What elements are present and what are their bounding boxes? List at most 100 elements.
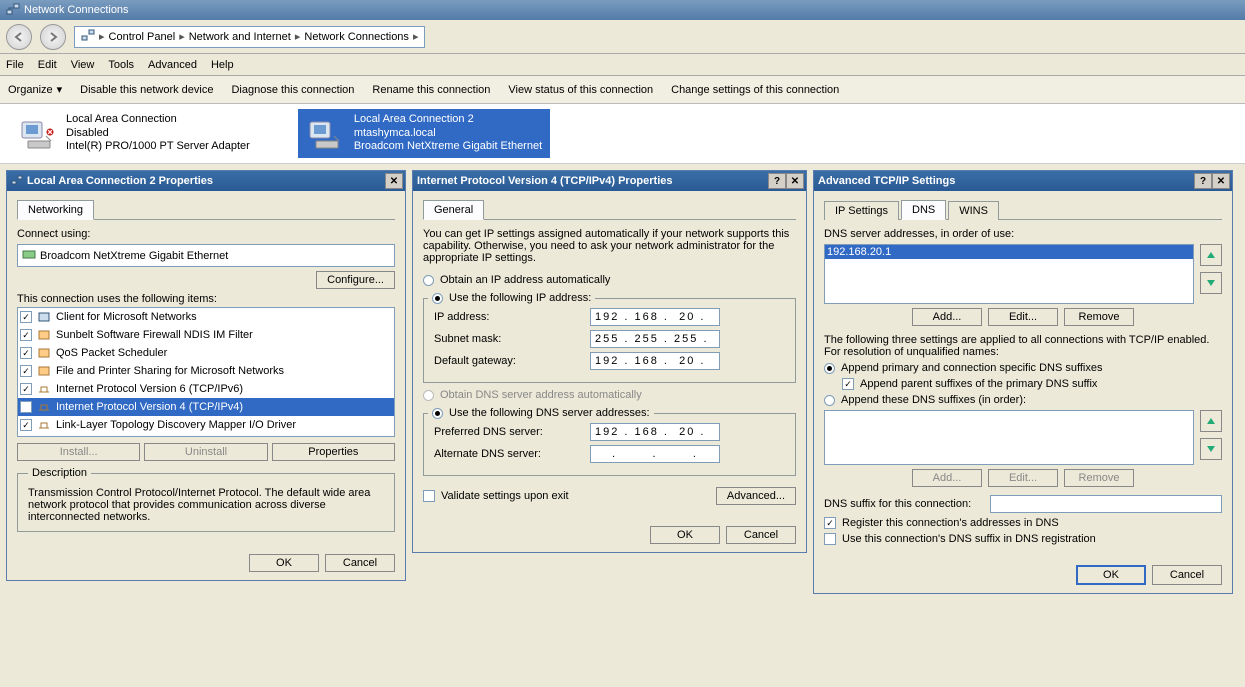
validate-checkbox[interactable]: Validate settings upon exit <box>423 490 569 502</box>
tab-wins[interactable]: WINS <box>948 201 999 220</box>
radio-static-ip[interactable]: Use the following IP address: <box>432 292 591 304</box>
list-item[interactable]: ✓QoS Packet Scheduler <box>18 344 394 362</box>
list-item[interactable]: ✓File and Printer Sharing for Microsoft … <box>18 362 394 380</box>
add-button[interactable]: Add... <box>912 308 982 326</box>
pdns-input[interactable] <box>590 423 720 441</box>
checkbox-register[interactable]: ✓ Register this connection's addresses i… <box>824 517 1222 529</box>
breadcrumb-seg[interactable]: Control Panel <box>109 31 176 43</box>
tb-change[interactable]: Change settings of this connection <box>671 84 839 96</box>
suffix-input[interactable] <box>990 495 1222 513</box>
menu-file[interactable]: File <box>6 59 24 71</box>
mask-input[interactable] <box>590 330 720 348</box>
components-list[interactable]: ✓Client for Microsoft Networks ✓Sunbelt … <box>17 307 395 437</box>
checkbox-icon[interactable]: ✓ <box>842 378 854 390</box>
configure-button[interactable]: Configure... <box>316 271 395 289</box>
protocol-icon <box>36 399 52 415</box>
service-icon <box>36 345 52 361</box>
tb-status[interactable]: View status of this connection <box>508 84 653 96</box>
uninstall-button[interactable]: Uninstall <box>144 443 267 461</box>
ok-button[interactable]: OK <box>249 554 319 572</box>
edit-button[interactable]: Edit... <box>988 308 1058 326</box>
ok-button[interactable]: OK <box>1076 565 1146 585</box>
dialog-lan-properties: Local Area Connection 2 Properties ✕ Net… <box>6 170 406 581</box>
move-down-button[interactable] <box>1200 272 1222 294</box>
tb-rename[interactable]: Rename this connection <box>372 84 490 96</box>
breadcrumb-seg[interactable]: Network and Internet <box>189 31 291 43</box>
list-item[interactable]: ✓Client for Microsoft Networks <box>18 308 394 326</box>
radio-auto-ip[interactable]: Obtain an IP address automatically <box>423 274 796 286</box>
back-button[interactable] <box>6 24 32 50</box>
checkbox-icon[interactable]: ✓ <box>20 383 32 395</box>
list-item[interactable]: ✓Link-Layer Topology Discovery Responder <box>18 434 394 437</box>
advanced-button[interactable]: Advanced... <box>716 487 796 505</box>
checkbox-icon[interactable]: ✓ <box>824 517 836 529</box>
properties-button[interactable]: Properties <box>272 443 395 461</box>
remove-button[interactable]: Remove <box>1064 469 1134 487</box>
tab-dns[interactable]: DNS <box>901 200 946 220</box>
close-icon[interactable]: ✕ <box>1212 173 1230 189</box>
tab-networking[interactable]: Networking <box>17 200 94 220</box>
move-up-button[interactable] <box>1200 410 1222 432</box>
adns-input[interactable] <box>590 445 720 463</box>
menu-advanced[interactable]: Advanced <box>148 59 197 71</box>
tab-general[interactable]: General <box>423 200 484 220</box>
radio-static-dns[interactable]: Use the following DNS server addresses: <box>432 407 650 419</box>
list-item[interactable]: ✓Internet Protocol Version 6 (TCP/IPv6) <box>18 380 394 398</box>
dns-suffix-list[interactable] <box>824 410 1194 465</box>
radio-icon[interactable] <box>432 293 443 304</box>
checkbox-append-parent[interactable]: ✓ Append parent suffixes of the primary … <box>824 378 1222 390</box>
list-item[interactable]: ✓Internet Protocol Version 4 (TCP/IPv4) <box>18 398 394 416</box>
cancel-button[interactable]: Cancel <box>325 554 395 572</box>
radio-icon[interactable] <box>824 395 835 406</box>
checkbox-icon[interactable]: ✓ <box>20 311 32 323</box>
checkbox-icon[interactable]: ✓ <box>20 401 32 413</box>
ip-input[interactable] <box>590 308 720 326</box>
cancel-button[interactable]: Cancel <box>726 526 796 544</box>
dns-servers-list[interactable]: 192.168.20.1 <box>824 244 1194 304</box>
ok-button[interactable]: OK <box>650 526 720 544</box>
checkbox-icon[interactable]: ✓ <box>20 419 32 431</box>
checkbox-icon[interactable]: ✓ <box>20 365 32 377</box>
help-icon[interactable]: ? <box>768 173 786 189</box>
conn-device: Broadcom NetXtreme Gigabit Ethernet <box>354 140 542 154</box>
checkbox-use-suffix[interactable]: Use this connection's DNS suffix in DNS … <box>824 533 1222 545</box>
radio-append-these[interactable]: Append these DNS suffixes (in order): <box>824 394 1222 406</box>
radio-icon[interactable] <box>432 408 443 419</box>
checkbox-icon[interactable] <box>423 490 435 502</box>
close-icon[interactable]: ✕ <box>385 173 403 189</box>
network-icon <box>6 2 20 19</box>
radio-append-primary[interactable]: Append primary and connection specific D… <box>824 362 1222 374</box>
breadcrumb[interactable]: ▸ Control Panel ▸ Network and Internet ▸… <box>74 26 425 48</box>
connection-item[interactable]: Local Area Connection Disabled Intel(R) … <box>10 109 258 158</box>
tab-ipsettings[interactable]: IP Settings <box>824 201 899 220</box>
checkbox-icon[interactable] <box>824 533 836 545</box>
connection-item[interactable]: Local Area Connection 2 mtashymca.local … <box>298 109 550 158</box>
help-icon[interactable]: ? <box>1194 173 1212 189</box>
radio-icon <box>423 390 434 401</box>
tb-diagnose[interactable]: Diagnose this connection <box>231 84 354 96</box>
menu-view[interactable]: View <box>71 59 95 71</box>
radio-icon[interactable] <box>423 275 434 286</box>
move-up-button[interactable] <box>1200 244 1222 266</box>
breadcrumb-seg[interactable]: Network Connections <box>304 31 409 43</box>
menu-help[interactable]: Help <box>211 59 234 71</box>
organize-dropdown[interactable]: Organize ▾ <box>8 83 62 96</box>
add-button[interactable]: Add... <box>912 469 982 487</box>
edit-button[interactable]: Edit... <box>988 469 1058 487</box>
checkbox-icon[interactable]: ✓ <box>20 347 32 359</box>
list-item[interactable]: ✓Link-Layer Topology Discovery Mapper I/… <box>18 416 394 434</box>
checkbox-icon[interactable]: ✓ <box>20 329 32 341</box>
list-item[interactable]: 192.168.20.1 <box>825 245 1193 259</box>
remove-button[interactable]: Remove <box>1064 308 1134 326</box>
gw-input[interactable] <box>590 352 720 370</box>
menu-tools[interactable]: Tools <box>108 59 134 71</box>
forward-button[interactable] <box>40 24 66 50</box>
list-item[interactable]: ✓Sunbelt Software Firewall NDIS IM Filte… <box>18 326 394 344</box>
move-down-button[interactable] <box>1200 438 1222 460</box>
cancel-button[interactable]: Cancel <box>1152 565 1222 585</box>
menu-edit[interactable]: Edit <box>38 59 57 71</box>
install-button[interactable]: Install... <box>17 443 140 461</box>
tb-disable[interactable]: Disable this network device <box>80 84 213 96</box>
radio-icon[interactable] <box>824 363 835 374</box>
close-icon[interactable]: ✕ <box>786 173 804 189</box>
